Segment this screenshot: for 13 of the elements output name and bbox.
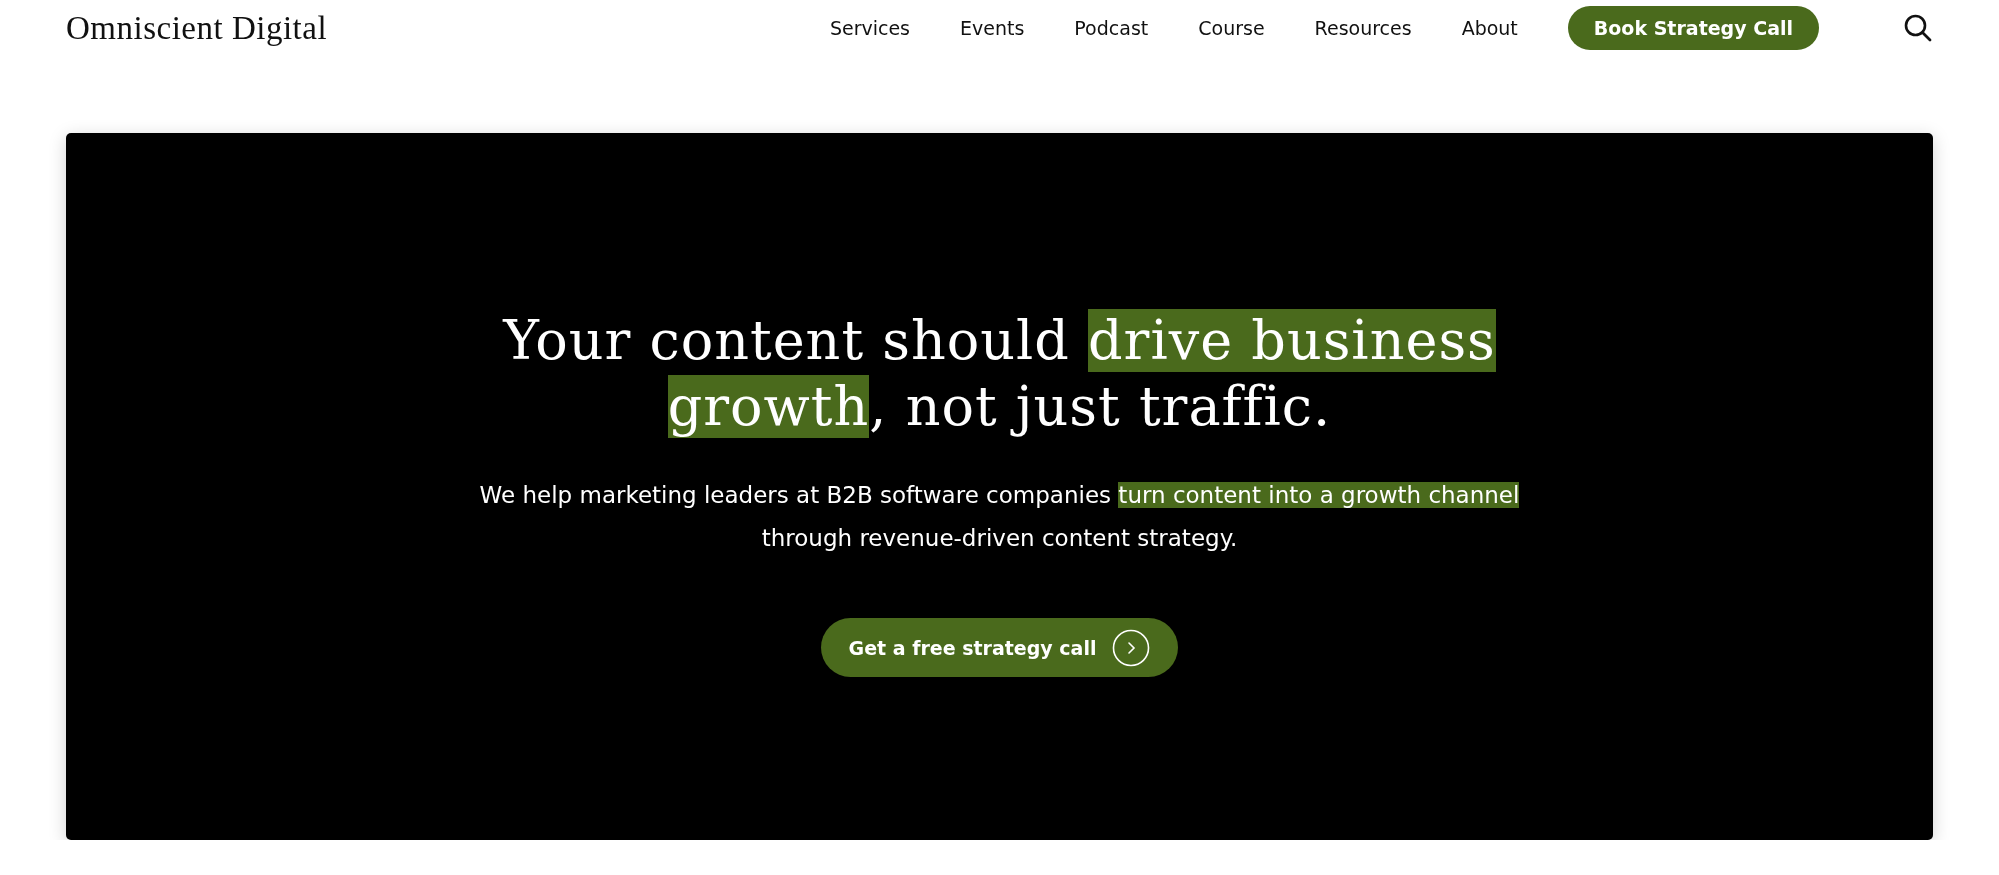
nav-link[interactable]: About [1461,17,1518,39]
nav-link[interactable]: Course [1198,17,1265,39]
book-call-button[interactable]: Book Strategy Call [1567,6,1819,50]
site-logo[interactable]: Omniscient Digital [66,9,328,47]
search-icon[interactable] [1903,13,1933,43]
chevron-circle-icon [1112,628,1151,667]
nav-link[interactable]: Services [829,17,910,39]
hero-headline: Your content should drive business growth, not just traffic. [503,308,1496,440]
hero-subtitle: We help marketing leaders at B2B software companies turn content into a growth channel through revenue-driven content strategy. [479,481,1520,553]
nav-link[interactable]: Podcast [1074,17,1149,39]
strategy-call-button[interactable]: Get a free strategy call [820,618,1179,677]
nav-link[interactable]: Resources [1314,17,1412,39]
nav-link[interactable]: Events [960,17,1025,39]
